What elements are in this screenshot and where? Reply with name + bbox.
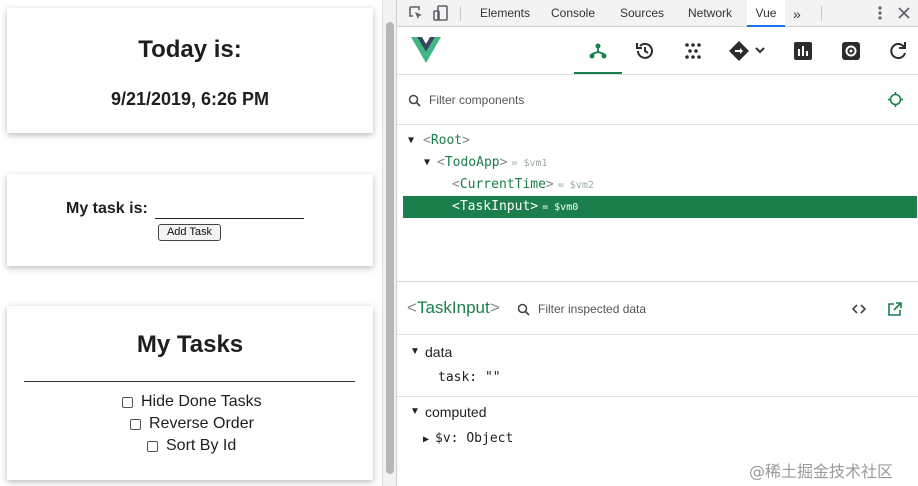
tree-row-root[interactable]: ▼ <Root> (403, 130, 917, 152)
tree-row-currenttime[interactable]: <CurrentTime> = $vm2 (403, 174, 917, 196)
tab-vue[interactable]: Vue (747, 0, 785, 27)
vue-toolbar (397, 27, 918, 75)
tab-elements[interactable]: Elements (472, 0, 538, 27)
my-tasks-title: My Tasks (136, 331, 244, 358)
search-icon (517, 303, 530, 316)
close-icon[interactable] (895, 4, 913, 22)
collapsed-arrow-icon[interactable]: ▶ (423, 434, 429, 445)
code-icon[interactable] (851, 301, 867, 317)
device-toolbar-icon[interactable] (432, 4, 450, 22)
expanded-arrow-icon[interactable]: ▼ (424, 152, 430, 174)
data-section-header[interactable]: ▼ data (397, 341, 918, 363)
tab-sources[interactable]: Sources (612, 0, 672, 27)
filter-components-input[interactable] (429, 91, 729, 109)
inspector-header: <TaskInput> (397, 282, 918, 335)
sort-by-id-checkbox[interactable] (147, 440, 158, 452)
prop-key: $v: (435, 431, 459, 446)
component-name: CurrentTime (459, 177, 546, 192)
settings-icon[interactable] (840, 40, 862, 62)
computed-section-header[interactable]: ▼ computed (397, 396, 918, 422)
performance-icon[interactable] (792, 40, 814, 62)
vm-ref: = $vm1 (511, 158, 548, 169)
router-icon[interactable] (728, 40, 768, 62)
vuex-icon[interactable] (682, 40, 704, 62)
history-icon[interactable] (634, 40, 656, 62)
open-in-editor-icon[interactable] (887, 301, 903, 317)
devtools-panel: Elements Console Sources Network Vue » F… (396, 0, 918, 486)
vm-ref: = $vm0 (542, 202, 579, 213)
tab-console[interactable]: Console (543, 0, 603, 27)
hide-done-tasks-checkbox[interactable] (122, 396, 133, 408)
tab-network[interactable]: Network (680, 0, 740, 27)
hide-done-tasks-option[interactable]: Hide Done Tasks (122, 393, 262, 411)
reverse-order-option[interactable]: Reverse Order (130, 415, 254, 433)
active-tool-indicator (574, 72, 622, 74)
components-icon[interactable] (587, 40, 609, 62)
tabbar-separator (460, 6, 461, 21)
expanded-arrow-icon[interactable]: ▼ (410, 341, 420, 363)
more-options-icon[interactable] (871, 4, 889, 22)
filter-inspected-data-input[interactable] (538, 300, 788, 318)
current-time-value: 9/21/2019, 6:26 PM (110, 89, 270, 109)
inspected-component-title: <TaskInput> (407, 298, 500, 317)
sort-by-id-label: Sort By Id (166, 437, 237, 454)
my-tasks-card: My Tasks Hide Done Tasks Reverse Order S… (7, 306, 373, 480)
expanded-arrow-icon[interactable]: ▼ (408, 130, 414, 152)
prop-value: Object (466, 431, 514, 446)
component-name: TodoApp (444, 155, 500, 170)
watermark: @稀土掘金技术社区 (749, 462, 894, 481)
expanded-arrow-icon[interactable]: ▼ (410, 397, 420, 427)
reverse-order-checkbox[interactable] (130, 418, 141, 430)
app-scrollbar[interactable] (382, 0, 396, 486)
current-time-card: Today is: 9/21/2019, 6:26 PM (7, 8, 373, 133)
tree-row-todoapp[interactable]: ▼ <TodoApp> = $vm1 (403, 152, 917, 174)
app-pane: Today is: 9/21/2019, 6:26 PM My task is:… (0, 0, 382, 486)
task-label: My task is: (66, 200, 148, 217)
section-label: computed (425, 404, 487, 420)
task-input-card: My task is: Add Task (7, 174, 373, 266)
divider (24, 381, 355, 382)
refresh-icon[interactable] (887, 40, 909, 62)
add-task-button[interactable]: Add Task (158, 224, 221, 241)
reverse-order-label: Reverse Order (149, 415, 254, 432)
hide-done-tasks-label: Hide Done Tasks (141, 393, 262, 410)
component-filter-bar (397, 75, 918, 125)
inspect-element-icon[interactable] (407, 4, 425, 22)
component-inspector: <TaskInput> ▼ data task: "" ▼ computed ▶ (397, 281, 918, 486)
task-input[interactable] (155, 200, 304, 219)
scrollbar-thumb[interactable] (386, 22, 394, 474)
prop-value: "" (484, 370, 501, 385)
vm-ref: = $vm2 (557, 180, 594, 191)
tree-row-taskinput-selected[interactable]: <TaskInput> = $vm0 (403, 196, 917, 218)
tabbar-separator (821, 6, 822, 21)
sort-by-id-option[interactable]: Sort By Id (147, 437, 236, 455)
devtools-tabbar: Elements Console Sources Network Vue » (397, 0, 918, 27)
vue-logo-icon (411, 37, 441, 68)
computed-prop-v[interactable]: ▶ $v: Object (423, 429, 513, 449)
component-name: TaskInput (459, 199, 531, 214)
search-icon (408, 94, 421, 107)
prop-key: task: (438, 370, 478, 385)
data-prop-task[interactable]: task: "" (438, 368, 501, 388)
select-component-target-icon[interactable] (887, 91, 904, 108)
section-label: data (425, 344, 453, 360)
component-name: Root (430, 133, 463, 148)
more-tabs-chevron-icon[interactable]: » (793, 1, 801, 28)
time-card-title: Today is: (138, 36, 242, 63)
